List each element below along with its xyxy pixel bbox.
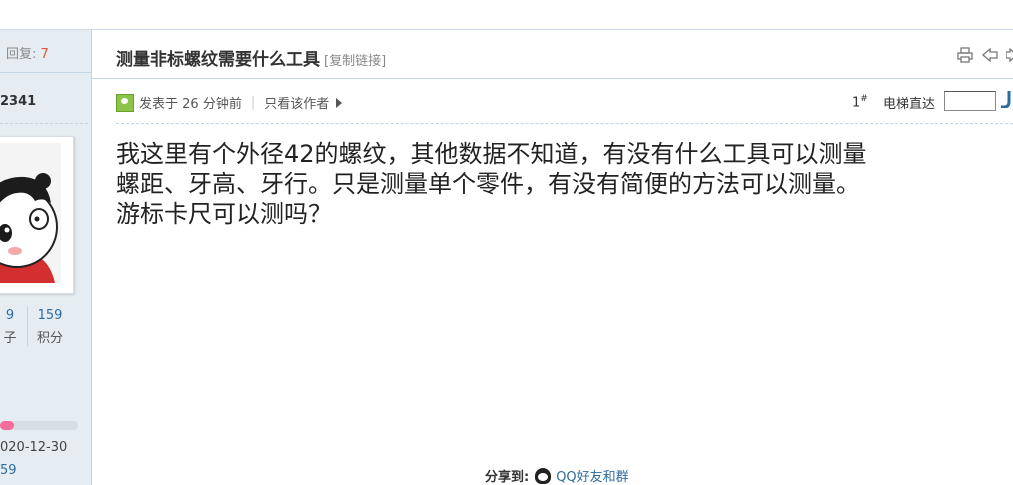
thread-title: 测量非标螺纹需要什么工具 [复制链接] (116, 45, 386, 70)
post-meta: 发表于 26 分钟前 | 只看该作者 (116, 93, 343, 112)
title-divider (91, 78, 1013, 79)
stat-points-label: 积分 (36, 331, 63, 346)
reply-label: 回复: 7 (6, 43, 49, 62)
top-divider (0, 29, 1013, 30)
post-line: 游标卡尺可以测吗？ (116, 200, 332, 228)
stat-points[interactable]: 159 积分 (32, 308, 68, 346)
avatar-image (0, 143, 61, 283)
jump-floor-input[interactable] (944, 91, 996, 111)
reply-count: 7 (40, 47, 49, 62)
copy-link-button[interactable]: [复制链接] (324, 54, 386, 69)
reply-count-row: 回复: 7 (0, 30, 91, 73)
stat-points-value: 159 (37, 308, 63, 323)
jump-label: 电梯直达 (883, 97, 936, 112)
print-icon[interactable] (957, 46, 973, 63)
register-date: 020-12-30 (0, 440, 68, 455)
stat-threads-label: 子 (3, 331, 17, 346)
meta-separator: | (250, 95, 256, 110)
share-label: 分享到: (485, 470, 530, 485)
triangle-right-icon (336, 97, 343, 108)
prev-thread-icon[interactable] (982, 47, 998, 63)
stat-threads[interactable]: 9 子 (0, 308, 25, 346)
sidebar-divider (0, 123, 88, 125)
credit-progress-fill (0, 421, 15, 430)
post-time: 26 分钟前 (182, 97, 242, 112)
floor-number[interactable]: 1# (852, 94, 868, 110)
sidebar-number[interactable]: 59 (0, 463, 17, 478)
author-username[interactable]: 2341 (0, 94, 36, 109)
post-line: 螺距、牙高、牙行。只是测量单个零件，有没有简便的方法可以测量。 (116, 170, 860, 198)
credit-progress-bar (0, 421, 78, 430)
post-time-prefix: 发表于 (139, 97, 179, 112)
stat-threads-value: 9 (5, 308, 15, 323)
thread-tools (957, 44, 1013, 63)
online-status-icon (116, 93, 134, 112)
qq-icon[interactable] (535, 467, 552, 484)
floor-number-sup: # (860, 94, 868, 104)
only-author-link[interactable]: 只看该作者 (264, 93, 329, 112)
thread-title-text: 测量非标螺纹需要什么工具 (116, 50, 320, 70)
avatar-cartoon-icon (0, 143, 61, 283)
post-content: 我这里有个外径42的螺纹，其他数据不知道，有没有什么工具可以测量 螺距、牙高、牙… (116, 139, 1013, 229)
share-bar: 分享到: QQ好友和群 (485, 466, 629, 485)
avatar[interactable] (0, 136, 74, 294)
post-line: 我这里有个外径42的螺纹，其他数据不知道，有没有什么工具可以测量 (116, 140, 867, 168)
share-qq-link[interactable]: QQ好友和群 (556, 466, 628, 485)
reply-label-text: 回复: (6, 47, 37, 62)
stat-divider (27, 306, 28, 346)
meta-divider (116, 123, 1013, 125)
next-thread-icon[interactable] (1005, 47, 1013, 63)
jump-go-icon[interactable] (1000, 90, 1013, 113)
